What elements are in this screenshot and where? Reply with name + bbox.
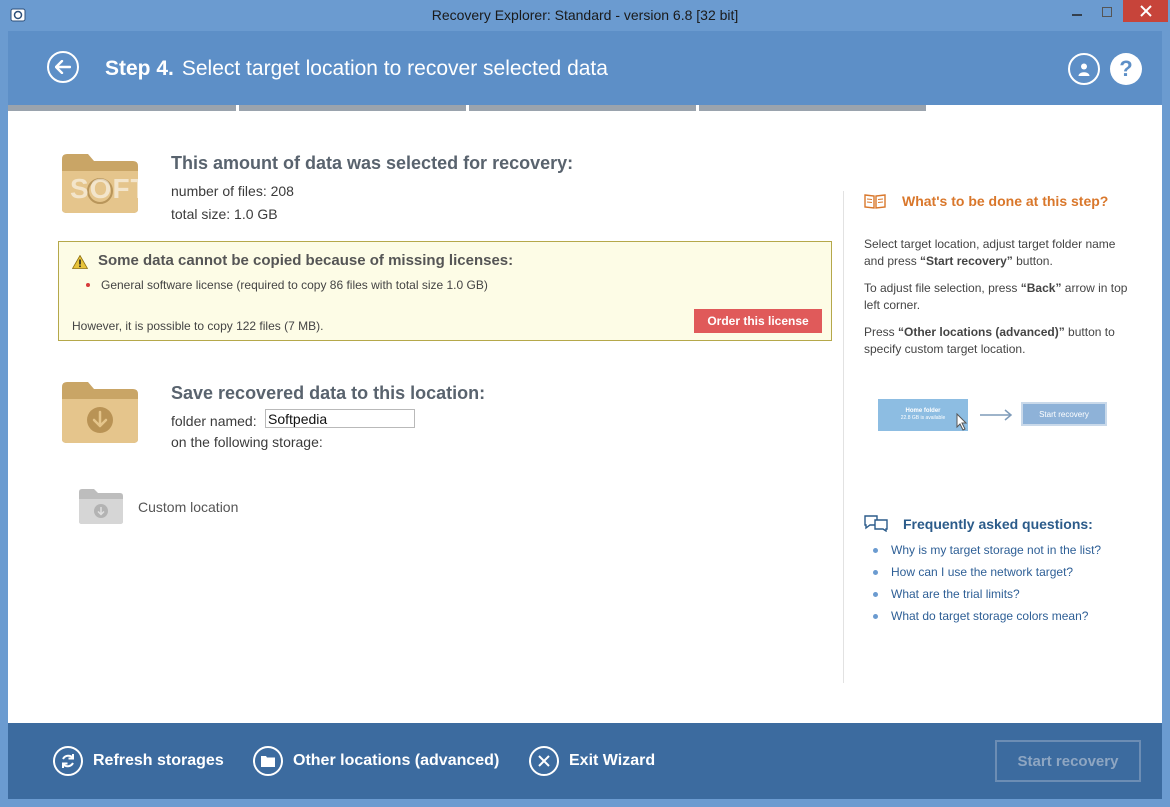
faq-bullet [873, 592, 878, 597]
folder-name-label: folder named: [171, 413, 257, 429]
refresh-storages-label: Refresh storages [93, 752, 224, 769]
grey-folder-icon [79, 489, 123, 524]
question-icon: ? [1119, 56, 1133, 81]
maximize-button[interactable] [1092, 0, 1122, 24]
illustration-home-folder: Home folder 22.8 GB is available [878, 399, 968, 431]
missing-license-item: General software license (required to co… [101, 278, 488, 292]
download-folder-icon [62, 382, 138, 443]
help-p3-text: Press [864, 325, 899, 339]
help-p2-bold: “Back” [1020, 281, 1062, 295]
help-p1-end: button. [1012, 254, 1053, 268]
help-paragraph-2: To adjust file selection, press “Back” a… [864, 280, 1132, 314]
help-p3-bold: “Other locations (advanced)” [898, 325, 1065, 339]
start-recovery-button[interactable]: Start recovery [995, 740, 1141, 782]
close-circle-icon [529, 746, 559, 776]
faq-icon [864, 515, 888, 532]
step-number: Step 4. [105, 57, 174, 80]
step-description: Select target location to recover select… [181, 57, 608, 80]
help-button[interactable]: ? [1110, 53, 1142, 85]
refresh-icon [53, 746, 83, 776]
copy-possible-note: However, it is possible to copy 122 file… [72, 319, 324, 333]
other-locations-label: Other locations (advanced) [293, 752, 500, 769]
faq-bullet [873, 548, 878, 553]
total-size: total size: 1.0 GB [171, 206, 278, 222]
custom-location-tile[interactable]: Custom location [76, 485, 256, 529]
help-p1-bold: “Start recovery” [920, 254, 1013, 268]
help-paragraph-1: Select target location, adjust target fo… [864, 236, 1132, 270]
close-icon [1139, 5, 1152, 17]
faq-link-storage-not-listed[interactable]: Why is my target storage not in the list… [891, 543, 1101, 557]
refresh-storages-button[interactable]: Refresh storages [53, 745, 224, 777]
main-content: SOFTPEDIA This amount of data was select… [8, 111, 1162, 723]
maximize-icon [1102, 7, 1112, 17]
arrow-right-icon [980, 409, 1013, 421]
cursor-icon [956, 413, 968, 431]
folder-small-icon [253, 746, 283, 776]
help-p2-text: To adjust file selection, press [864, 281, 1021, 295]
warning-title: Some data cannot be copied because of mi… [98, 252, 514, 269]
step-header: Step 4. Select target location to recover… [8, 31, 1162, 105]
minimize-icon [1072, 14, 1082, 16]
faq-bullet [873, 614, 878, 619]
order-license-button[interactable]: Order this license [694, 309, 822, 333]
help-illustration: Home folder 22.8 GB is available Start r… [878, 399, 1118, 435]
storage-label: on the following storage: [171, 434, 323, 450]
faq-link-network-target[interactable]: How can I use the network target? [891, 565, 1073, 579]
custom-location-label: Custom location [138, 499, 239, 515]
files-count: number of files: 208 [171, 183, 294, 199]
bottom-toolbar: Refresh storages Other locations (advanc… [8, 723, 1162, 799]
illustration-start-button: Start recovery [1021, 402, 1107, 426]
warning-icon [72, 255, 88, 269]
folder-name-input[interactable] [265, 409, 415, 428]
other-locations-button[interactable]: Other locations (advanced) [253, 745, 499, 777]
account-button[interactable] [1068, 53, 1100, 85]
book-icon [864, 194, 886, 209]
faq-bullet [873, 570, 878, 575]
faq-link-storage-colors[interactable]: What do target storage colors mean? [891, 609, 1088, 623]
license-warning-box: Some data cannot be copied because of mi… [58, 241, 832, 341]
faq-title: Frequently asked questions: [903, 516, 1093, 532]
help-title: What's to be done at this step? [902, 193, 1109, 209]
app-window: Recovery Explorer: Standard - version 6.… [0, 0, 1170, 807]
faq-link-trial-limits[interactable]: What are the trial limits? [891, 587, 1020, 601]
save-location-title: Save recovered data to this location: [171, 383, 486, 403]
selected-data-title: This amount of data was selected for rec… [171, 153, 574, 173]
help-paragraph-3: Press “Other locations (advanced)” butto… [864, 324, 1132, 358]
illustration-folder-sub: 22.8 GB is available [900, 415, 946, 421]
window-title: Recovery Explorer: Standard - version 6.… [431, 7, 739, 23]
panel-divider [843, 191, 844, 683]
back-button[interactable] [47, 51, 79, 83]
page-title: Step 4. Select target location to recover… [105, 57, 608, 81]
illustration-folder-label: Home folder [905, 408, 941, 414]
window-frame-bottom [0, 799, 1170, 807]
close-button[interactable] [1123, 0, 1168, 22]
title-bar: Recovery Explorer: Standard - version 6.… [0, 0, 1170, 31]
arrow-left-icon [55, 60, 71, 74]
user-icon [1078, 63, 1090, 76]
exit-wizard-button[interactable]: Exit Wizard [529, 745, 655, 777]
bullet-dot [86, 283, 90, 287]
exit-wizard-label: Exit Wizard [569, 752, 656, 769]
minimize-button[interactable] [1062, 0, 1092, 24]
